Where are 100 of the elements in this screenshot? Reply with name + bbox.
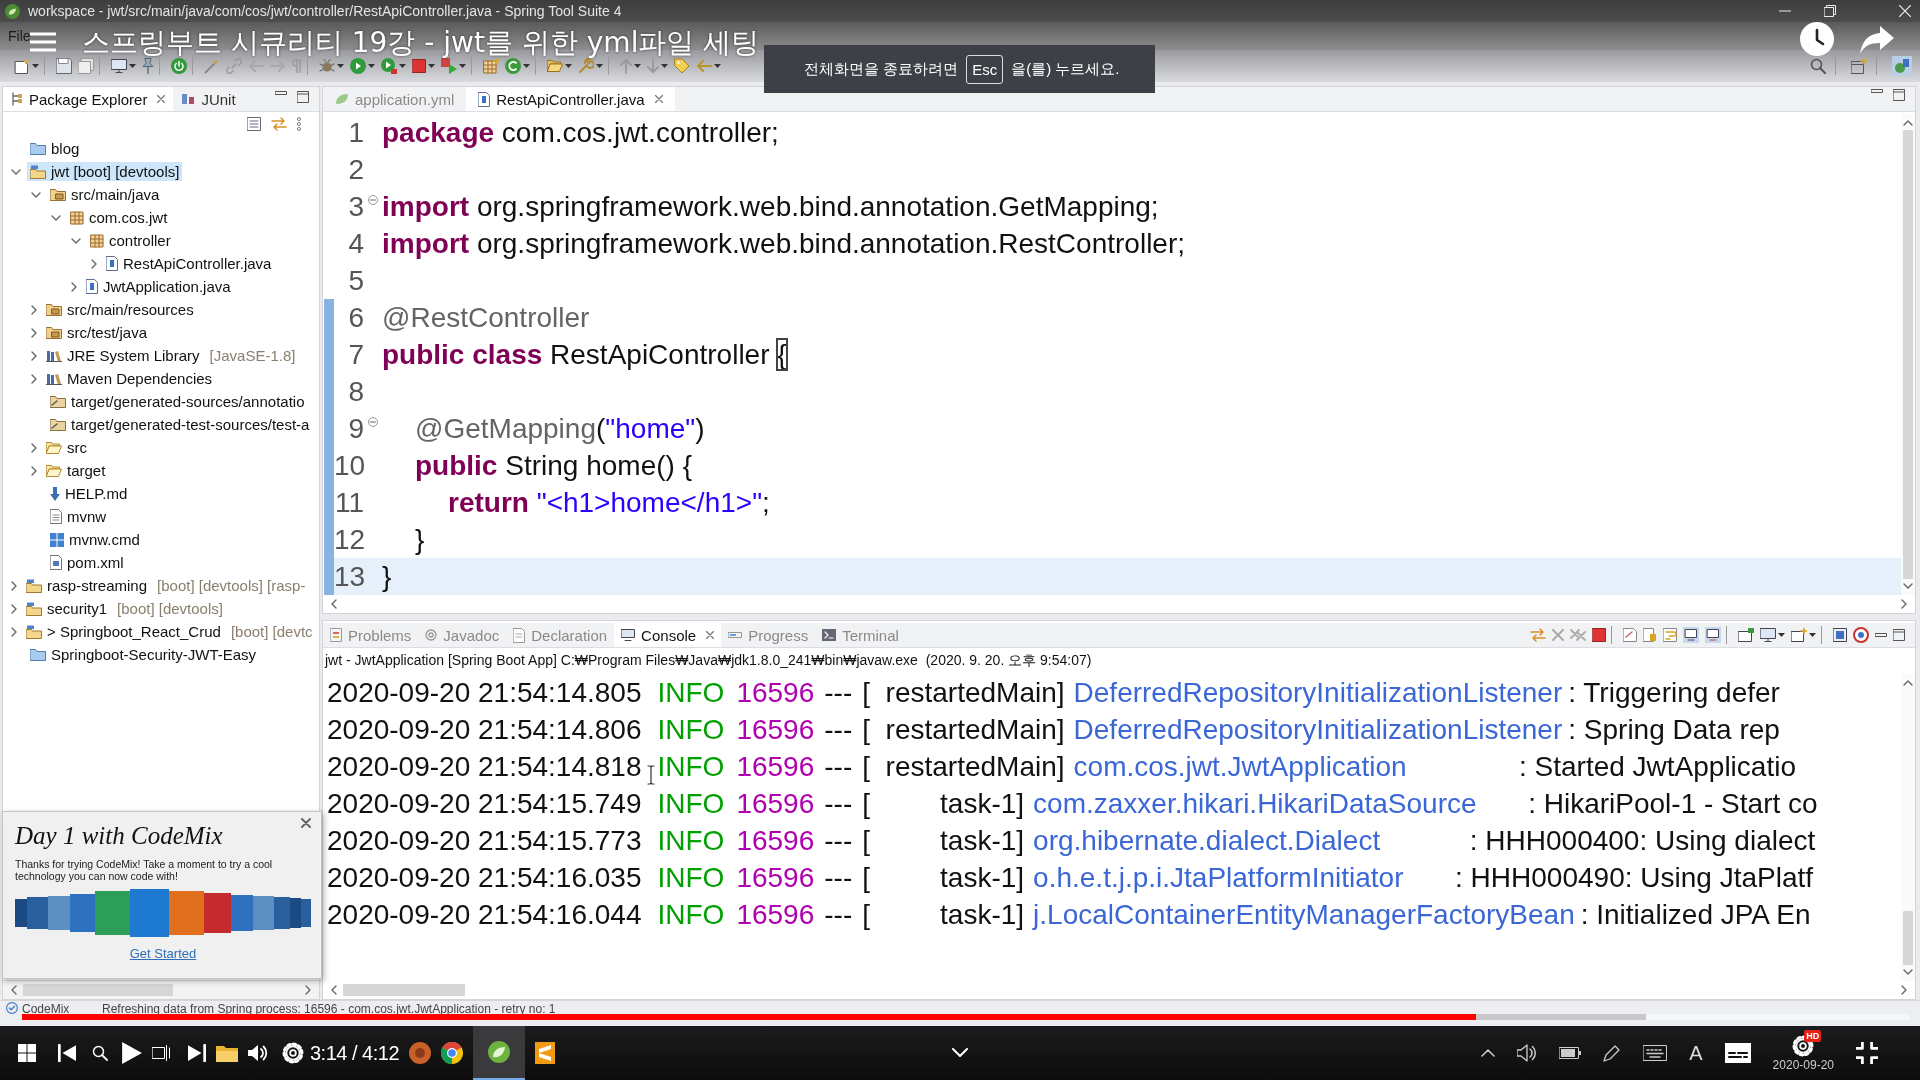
- tree-item[interactable]: blog: [27, 139, 83, 158]
- close-icon[interactable]: [301, 818, 311, 828]
- caret-icon[interactable]: [523, 64, 530, 68]
- input-indicator[interactable]: A: [1689, 1041, 1703, 1065]
- search-icon[interactable]: [92, 1045, 108, 1061]
- caret-icon[interactable]: [337, 64, 344, 68]
- panel-tab[interactable]: Package Explorer: [3, 87, 174, 111]
- chevron-right-icon[interactable]: [11, 603, 17, 614]
- share-arrow-icon[interactable]: [1860, 26, 1894, 54]
- course-tile[interactable]: [274, 897, 290, 929]
- settings-icon[interactable]: [282, 1042, 304, 1064]
- course-tile[interactable]: [168, 891, 204, 935]
- scrollbar-thumb[interactable]: [1903, 911, 1913, 965]
- sync-icon[interactable]: [271, 117, 287, 131]
- keyboard-icon[interactable]: [1643, 1045, 1668, 1061]
- browser-icon[interactable]: [441, 1042, 464, 1064]
- chevron-left-icon[interactable]: [331, 985, 337, 995]
- maximize-icon[interactable]: [297, 91, 309, 103]
- monitor-icon[interactable]: [1760, 628, 1776, 642]
- chevron-right-icon[interactable]: [11, 626, 17, 637]
- fold-icon[interactable]: [368, 417, 378, 427]
- target-icon[interactable]: [1853, 627, 1869, 643]
- tree-item[interactable]: pom.xml: [47, 553, 127, 572]
- scrollbar-thumb[interactable]: [1903, 130, 1913, 579]
- tree-item[interactable]: target/generated-test-sources/test-a: [47, 415, 313, 434]
- caret-icon[interactable]: [596, 64, 603, 68]
- chevron-right-icon[interactable]: [31, 304, 37, 315]
- chevron-right-icon[interactable]: [1901, 985, 1907, 995]
- tree-item[interactable]: JRE System Library [JavaSE-1.8]: [43, 346, 299, 365]
- caret-icon[interactable]: [565, 64, 572, 68]
- pen-icon[interactable]: [1603, 1044, 1622, 1062]
- tree-item[interactable]: rasp-streaming [boot] [devtools] [rasp-: [23, 576, 309, 595]
- subtitles-icon[interactable]: [1724, 1043, 1751, 1063]
- tag-icon[interactable]: [674, 58, 690, 74]
- get-started-link[interactable]: Get Started: [129, 946, 197, 961]
- caret-icon[interactable]: [428, 64, 435, 68]
- maximize-icon[interactable]: [1893, 89, 1905, 101]
- tree-item[interactable]: mvnw: [47, 507, 110, 526]
- window-icon[interactable]: [1738, 628, 1754, 642]
- class-icon[interactable]: [505, 58, 521, 74]
- tree-item[interactable]: Springboot-Security-JWT-Easy: [27, 645, 260, 664]
- caret-icon[interactable]: [368, 64, 375, 68]
- tree-item[interactable]: src: [43, 438, 90, 457]
- clock-icon[interactable]: [1800, 22, 1834, 56]
- display-icon[interactable]: [1833, 628, 1847, 642]
- caret-icon[interactable]: [1778, 633, 1785, 637]
- course-tile[interactable]: [15, 899, 27, 927]
- tree-item[interactable]: target: [43, 461, 109, 480]
- course-tile[interactable]: [69, 894, 95, 932]
- course-tile[interactable]: [26, 897, 49, 929]
- caret-icon[interactable]: [32, 64, 39, 68]
- speaker-icon[interactable]: [1517, 1044, 1538, 1062]
- minimize-icon[interactable]: [275, 91, 287, 95]
- monitor-icon[interactable]: [111, 59, 127, 73]
- pin-icon[interactable]: [142, 58, 154, 74]
- save-icon[interactable]: [56, 58, 72, 74]
- course-tile[interactable]: [129, 889, 169, 937]
- close-icon[interactable]: [706, 631, 715, 639]
- tree-item[interactable]: jwt [boot] [devtools]: [27, 162, 183, 181]
- course-tile[interactable]: [252, 896, 274, 930]
- chevron-right-icon[interactable]: [11, 580, 17, 591]
- caret-icon[interactable]: [634, 64, 641, 68]
- tree-item[interactable]: HELP.md: [47, 484, 131, 503]
- new-file-icon[interactable]: [14, 58, 30, 74]
- chevron-right-icon[interactable]: [31, 350, 37, 361]
- tree-item[interactable]: security1 [boot] [devtools]: [23, 599, 226, 618]
- document-icon[interactable]: [1623, 628, 1637, 642]
- chevron-right-icon[interactable]: [31, 442, 37, 453]
- fold-icon[interactable]: [368, 195, 378, 205]
- maximize-icon[interactable]: [1893, 629, 1905, 641]
- tree-item[interactable]: target/generated-sources/annotatio: [47, 392, 308, 411]
- minimize-icon[interactable]: [1871, 89, 1883, 93]
- caret-icon[interactable]: [399, 64, 406, 68]
- skip-back-icon[interactable]: [58, 1044, 76, 1062]
- volume-icon[interactable]: [248, 1044, 268, 1062]
- chevron-right-icon[interactable]: [31, 373, 37, 384]
- caret-icon[interactable]: [714, 64, 721, 68]
- tree-item[interactable]: controller: [87, 231, 174, 250]
- menu-item[interactable]: File: [8, 28, 31, 44]
- window-icon[interactable]: [1791, 628, 1807, 642]
- panel-tab[interactable]: Console: [614, 623, 722, 647]
- editor-tab[interactable]: RestApiController.java: [466, 87, 675, 111]
- word-wrap-icon[interactable]: [1663, 628, 1677, 642]
- chevron-right-icon[interactable]: [71, 281, 77, 292]
- power-icon[interactable]: [171, 58, 187, 74]
- caret-icon[interactable]: [661, 64, 668, 68]
- chevron-up-icon[interactable]: [1903, 120, 1913, 126]
- tree-item[interactable]: com.cos.jwt: [67, 208, 171, 227]
- tree-item[interactable]: > Springboot_React_Crud [boot] [devtc: [23, 622, 316, 641]
- scrollbar-thumb[interactable]: [23, 984, 173, 996]
- battery-icon[interactable]: [1559, 1047, 1582, 1059]
- scrollbar-thumb[interactable]: [343, 984, 465, 996]
- tree-item[interactable]: JwtApplication.java: [83, 277, 234, 296]
- app-icon[interactable]: [535, 1042, 556, 1064]
- more-icon[interactable]: [297, 117, 301, 131]
- tree-item[interactable]: src/test/java: [43, 323, 151, 342]
- chevron-left-icon[interactable]: [331, 599, 337, 609]
- skip-next-icon[interactable]: [188, 1044, 206, 1062]
- course-tile[interactable]: [203, 893, 232, 933]
- monitor-icon[interactable]: [1705, 627, 1721, 643]
